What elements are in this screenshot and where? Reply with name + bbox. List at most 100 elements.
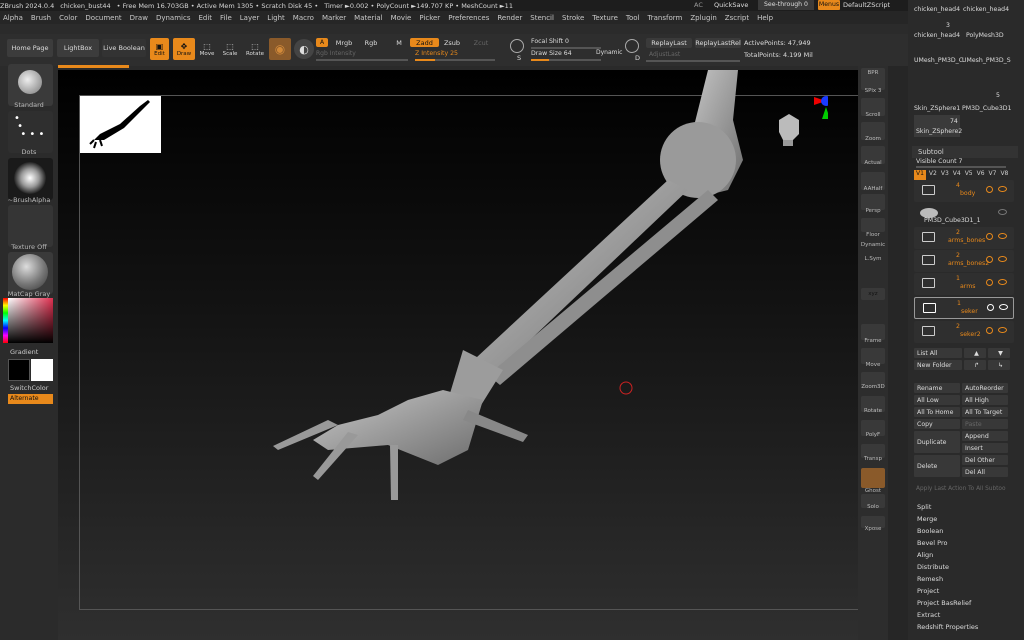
up-arrow-icon[interactable]: ▲ bbox=[964, 348, 986, 358]
apply-last-action-button[interactable]: Apply Last Action To All Subtoo bbox=[916, 486, 1006, 492]
menu-tool[interactable]: Tool bbox=[626, 14, 640, 22]
canvas-viewport[interactable] bbox=[58, 70, 861, 640]
tool-thumb-chicken-1[interactable]: chicken_head4 bbox=[914, 6, 960, 13]
quicksave-button[interactable]: QuickSave bbox=[714, 1, 748, 9]
extract-section[interactable]: Extract bbox=[914, 609, 1016, 620]
eye-icon[interactable] bbox=[998, 279, 1007, 285]
bevel-pro-section[interactable]: Bevel Pro bbox=[914, 537, 1016, 548]
rotate-button[interactable]: ⬚ Rotate bbox=[244, 38, 266, 60]
gear-icon[interactable] bbox=[987, 304, 994, 311]
gear-icon[interactable] bbox=[986, 186, 993, 193]
lsym-label[interactable]: L.Sym bbox=[858, 256, 888, 262]
remesh-section[interactable]: Remesh bbox=[914, 573, 1016, 584]
menu-render[interactable]: Render bbox=[497, 14, 522, 22]
insert-button[interactable]: Insert bbox=[962, 443, 1008, 453]
tool-thumb-polymesh[interactable]: PolyMesh3D bbox=[966, 32, 1004, 39]
gear-icon[interactable] bbox=[986, 327, 993, 334]
rename-button[interactable]: Rename bbox=[914, 383, 960, 393]
subtool-row-seker2[interactable]: 2 seker2 bbox=[914, 321, 1014, 343]
menu-transform[interactable]: Transform bbox=[648, 14, 683, 22]
delete-button[interactable]: Delete bbox=[914, 455, 960, 477]
texture-thumb[interactable] bbox=[8, 205, 53, 247]
gear-icon[interactable] bbox=[986, 233, 993, 240]
menu-texture[interactable]: Texture bbox=[592, 14, 618, 22]
align-section[interactable]: Align bbox=[914, 549, 1016, 560]
redshift-properties-section[interactable]: Redshift Properties bbox=[914, 621, 1016, 632]
project-section[interactable]: Project bbox=[914, 585, 1016, 596]
move-up-icon[interactable]: ↱ bbox=[964, 360, 986, 370]
boolean-section[interactable]: Boolean bbox=[914, 525, 1016, 536]
menu-color[interactable]: Color bbox=[59, 14, 77, 22]
tool-thumb-zsphere1[interactable]: Skin_ZSphere1 bbox=[914, 105, 960, 112]
primary-color-swatch[interactable] bbox=[8, 359, 30, 381]
subtool-row-arms-bones[interactable]: 2 arms_bones bbox=[914, 227, 1014, 249]
tab-v3[interactable]: V3 bbox=[941, 170, 949, 180]
menu-marker[interactable]: Marker bbox=[322, 14, 346, 22]
edit-button[interactable]: ▣ Edit bbox=[150, 38, 169, 60]
brush-alpha-thumb[interactable] bbox=[8, 158, 53, 200]
standard-brush-thumb[interactable] bbox=[8, 64, 53, 106]
zadd-button[interactable]: Zadd bbox=[410, 38, 439, 47]
menu-movie[interactable]: Movie bbox=[391, 14, 412, 22]
dynamic-toggle[interactable]: Dynamic bbox=[596, 49, 622, 56]
subtool-row-cube[interactable]: PM3D_Cube3D1_1 bbox=[914, 203, 1014, 225]
dots-stroke-thumb[interactable]: • • • • • bbox=[8, 111, 53, 153]
zsub-button[interactable]: Zsub bbox=[441, 38, 463, 47]
menu-brush[interactable]: Brush bbox=[31, 14, 51, 22]
move-button[interactable]: ⬚ Move bbox=[198, 38, 216, 60]
eye-icon[interactable] bbox=[999, 304, 1008, 310]
menu-zplugin[interactable]: Zplugin bbox=[690, 14, 716, 22]
menu-preferences[interactable]: Preferences bbox=[448, 14, 489, 22]
eye-icon[interactable] bbox=[998, 186, 1007, 192]
copy-button[interactable]: Copy bbox=[914, 419, 960, 429]
append-button[interactable]: Append bbox=[962, 431, 1008, 441]
menu-dynamics[interactable]: Dynamics bbox=[156, 14, 191, 22]
new-folder-button[interactable]: New Folder bbox=[914, 360, 962, 370]
subtool-row-seker[interactable]: 1 seker bbox=[914, 297, 1014, 319]
eye-icon[interactable] bbox=[998, 209, 1007, 215]
distribute-section[interactable]: Distribute bbox=[914, 561, 1016, 572]
replay-last-button[interactable]: ReplayLast bbox=[646, 38, 692, 48]
del-other-button[interactable]: Del Other bbox=[962, 455, 1008, 465]
tool-thumb-umesh-s[interactable]: UMesh_PM3D_S bbox=[962, 57, 1011, 64]
brush-texture-icon[interactable]: ◉ bbox=[269, 38, 291, 60]
tool-thumb-cube3d1[interactable]: PM3D_Cube3D1 bbox=[962, 105, 1011, 112]
menu-edit[interactable]: Edit bbox=[198, 14, 212, 22]
floor-icon[interactable] bbox=[861, 218, 885, 232]
del-all-button[interactable]: Del All bbox=[962, 467, 1008, 477]
subtool-row-body[interactable]: 4 body bbox=[914, 180, 1014, 202]
axis-gizmo-icon[interactable] bbox=[798, 95, 831, 135]
replay-last-rel-button[interactable]: ReplayLastRel bbox=[695, 38, 741, 48]
tool-thumb-chicken-2[interactable]: chicken_head4 bbox=[963, 6, 1009, 13]
home-page-button[interactable]: Home Page bbox=[7, 39, 53, 57]
menu-draw[interactable]: Draw bbox=[130, 14, 148, 22]
menu-file[interactable]: File bbox=[220, 14, 232, 22]
menu-zscript[interactable]: Zscript bbox=[725, 14, 749, 22]
tab-v8[interactable]: V8 bbox=[1000, 170, 1008, 180]
menu-picker[interactable]: Picker bbox=[419, 14, 440, 22]
hue-strip[interactable] bbox=[3, 298, 8, 343]
see-through-slider[interactable]: See-through 0 bbox=[758, 0, 814, 10]
xyz-button[interactable]: xyz bbox=[861, 288, 885, 300]
menu-macro[interactable]: Macro bbox=[293, 14, 314, 22]
merge-section[interactable]: Merge bbox=[914, 513, 1016, 524]
switch-color-button[interactable]: SwitchColor bbox=[10, 384, 48, 392]
down-arrow-icon[interactable]: ▼ bbox=[988, 348, 1010, 358]
m-button[interactable]: M bbox=[393, 38, 405, 47]
spix-label[interactable]: SPix 3 bbox=[858, 88, 888, 94]
all-high-button[interactable]: All High bbox=[962, 395, 1008, 405]
scale-button[interactable]: ⬚ Scale bbox=[221, 38, 239, 60]
lightbox-button[interactable]: LightBox bbox=[57, 39, 99, 57]
default-zscript-button[interactable]: DefaultZScript bbox=[843, 1, 890, 9]
color-picker-square[interactable] bbox=[8, 298, 53, 343]
tab-v2[interactable]: V2 bbox=[929, 170, 937, 180]
draw-button[interactable]: ✥ Draw bbox=[173, 38, 195, 60]
menu-material[interactable]: Material bbox=[354, 14, 382, 22]
tool-thumb-umesh-c[interactable]: UMesh_PM3D_C bbox=[914, 57, 963, 64]
tab-v1[interactable]: V1 bbox=[914, 170, 926, 180]
a-button[interactable]: A bbox=[316, 38, 328, 47]
paste-button[interactable]: Paste bbox=[962, 419, 1008, 429]
eye-icon[interactable] bbox=[998, 256, 1007, 262]
live-boolean-button[interactable]: Live Boolean bbox=[102, 39, 146, 57]
matcap-thumb[interactable] bbox=[8, 252, 53, 294]
